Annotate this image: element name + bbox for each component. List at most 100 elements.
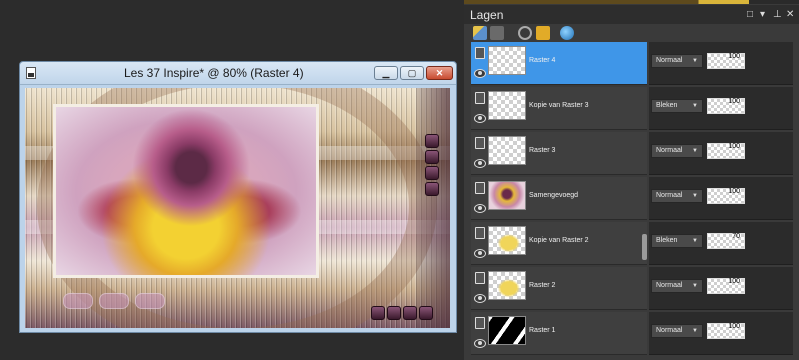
blend-mode-dropdown[interactable]: Normaal ▼ [651, 279, 703, 293]
layer-name: Samengevoegd [529, 192, 579, 199]
layer-row[interactable]: Samengevoegd [471, 177, 647, 220]
opacity-field[interactable]: 100 [707, 323, 745, 339]
visibility-eye-icon[interactable] [474, 114, 486, 123]
blend-mode-dropdown[interactable]: Normaal ▼ [651, 189, 703, 203]
blend-mode-dropdown[interactable]: Bleken ▼ [651, 99, 703, 113]
layer-type-icon [475, 317, 485, 329]
document-icon [26, 67, 36, 79]
layer-thumbnail [488, 46, 526, 75]
layer-list: Raster 4 Normaal ▼ 100 Kopie van Raster 3… [464, 42, 799, 360]
layer-row[interactable]: Raster 3 [471, 132, 647, 175]
opacity-value: 70 [732, 233, 740, 240]
layer-properties: Normaal ▼ 100 [649, 267, 793, 310]
layer-type-icon [475, 47, 485, 59]
blend-mode-value: Bleken [656, 237, 678, 244]
chevron-down-icon: ▼ [692, 148, 698, 154]
blend-mode-dropdown[interactable]: Normaal ▼ [651, 144, 703, 158]
layer-type-icon [475, 272, 485, 284]
decor-button [371, 306, 385, 320]
layer-type-icon [475, 92, 485, 104]
layer-thumbnail [488, 181, 526, 210]
panel-float-icon[interactable]: □ [747, 9, 753, 20]
opacity-field[interactable]: 100 [707, 53, 745, 69]
opacity-value: 100 [728, 188, 740, 195]
layer-type-icon [475, 137, 485, 149]
blend-mode-dropdown[interactable]: Normaal ▼ [651, 54, 703, 68]
layer-name: Raster 4 [529, 57, 556, 64]
blend-mode-value: Normaal [656, 282, 683, 289]
visibility-eye-icon[interactable] [474, 249, 486, 258]
chevron-down-icon: ▼ [692, 58, 698, 64]
layer-thumbnail [488, 226, 526, 255]
canvas-shadow [416, 88, 450, 328]
chevron-down-icon: ▼ [692, 193, 698, 199]
decor-button [419, 306, 433, 320]
dahlia-photo-frame [53, 104, 319, 278]
panel-menu-icon[interactable]: ▾ [760, 9, 765, 20]
opacity-value: 100 [728, 323, 740, 330]
mask-icon[interactable] [490, 26, 504, 40]
decor-pill [135, 293, 165, 309]
opacity-field[interactable]: 100 [707, 143, 745, 159]
layer-name: Kopie van Raster 2 [529, 237, 589, 244]
image-window[interactable]: Les 37 Inspire* @ 80% (Raster 4) ▁ ▢ ✕ [19, 61, 457, 333]
layer-row[interactable]: Kopie van Raster 2 [471, 222, 647, 265]
panel-pin-icon[interactable]: ⊥ [773, 9, 782, 20]
panel-close-icon[interactable]: ✕ [786, 9, 794, 20]
blend-ranges-icon[interactable] [560, 26, 574, 40]
layer-name: Raster 3 [529, 147, 556, 154]
minimize-button[interactable]: ▁ [374, 66, 398, 80]
layer-row[interactable]: Raster 4 [471, 42, 647, 85]
chevron-down-icon: ▼ [692, 238, 698, 244]
maximize-button[interactable]: ▢ [400, 66, 424, 80]
image-window-titlebar[interactable]: Les 37 Inspire* @ 80% (Raster 4) ▁ ▢ ✕ [20, 62, 456, 85]
layer-properties: Normaal ▼ 100 [649, 177, 793, 220]
blend-mode-value: Normaal [656, 192, 683, 199]
visibility-eye-icon[interactable] [474, 159, 486, 168]
visibility-eye-icon[interactable] [474, 339, 486, 348]
layer-name: Raster 2 [529, 282, 556, 289]
decor-pill [99, 293, 129, 309]
layer-row[interactable]: Kopie van Raster 3 [471, 87, 647, 130]
layer-properties: Normaal ▼ 100 [649, 42, 793, 85]
layer-type-icon [475, 227, 485, 239]
layer-properties: Normaal ▼ 100 [649, 312, 793, 355]
lock-icon[interactable] [536, 26, 550, 40]
layer-list-splitter[interactable] [642, 234, 647, 260]
decor-button [425, 134, 439, 148]
image-canvas[interactable] [25, 88, 450, 328]
layer-name: Kopie van Raster 3 [529, 102, 589, 109]
visibility-eye-icon[interactable] [474, 294, 486, 303]
layers-panel-title: Lagen [470, 8, 504, 22]
opacity-field[interactable]: 100 [707, 278, 745, 294]
layer-thumbnail [488, 136, 526, 165]
opacity-field[interactable]: 100 [707, 98, 745, 114]
decor-button [403, 306, 417, 320]
blend-mode-dropdown[interactable]: Bleken ▼ [651, 234, 703, 248]
visibility-eye-icon[interactable] [474, 204, 486, 213]
decor-button [425, 182, 439, 196]
decor-button [387, 306, 401, 320]
blend-mode-value: Normaal [656, 57, 683, 64]
image-window-title: Les 37 Inspire* @ 80% (Raster 4) [124, 66, 304, 80]
link-icon[interactable] [518, 26, 532, 40]
layer-type-icon [475, 182, 485, 194]
layers-toolbar [464, 24, 799, 42]
layer-row[interactable]: Raster 1 [471, 312, 647, 355]
layer-thumbnail [488, 316, 526, 345]
visibility-eye-icon[interactable] [474, 69, 486, 78]
close-button[interactable]: ✕ [426, 66, 453, 80]
decor-button [425, 150, 439, 164]
layer-name: Raster 1 [529, 327, 556, 334]
opacity-value: 100 [728, 53, 740, 60]
opacity-value: 100 [728, 143, 740, 150]
decor-button [425, 166, 439, 180]
opacity-field[interactable]: 100 [707, 188, 745, 204]
layer-properties-icon[interactable] [473, 26, 487, 40]
blend-mode-dropdown[interactable]: Normaal ▼ [651, 324, 703, 338]
layers-panel: Lagen □ ▾ ⊥ ✕ Raster 4 Normaal ▼ 100 Kopi… [464, 0, 799, 360]
layer-row[interactable]: Raster 2 [471, 267, 647, 310]
color-strip [464, 0, 799, 4]
layers-panel-header[interactable]: Lagen □ ▾ ⊥ ✕ [464, 5, 799, 25]
opacity-field[interactable]: 70 [707, 233, 745, 249]
